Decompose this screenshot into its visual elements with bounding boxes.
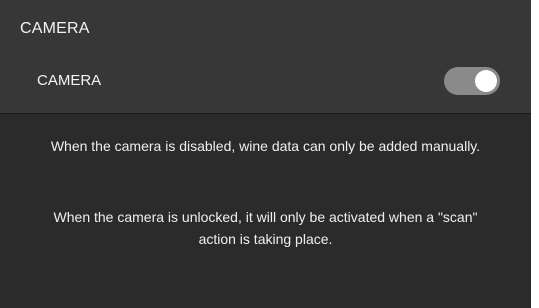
divider: [0, 113, 531, 114]
camera-unlocked-info: When the camera is unlocked, it will onl…: [53, 209, 478, 247]
camera-header: CAMERA CAMERA: [0, 0, 531, 113]
camera-settings-panel: CAMERA CAMERA When the camera is disable…: [0, 0, 531, 308]
camera-disabled-info: When the camera is disabled, wine data c…: [50, 138, 481, 154]
section-title: CAMERA: [20, 20, 90, 37]
toggle-knob: [475, 70, 497, 92]
camera-setting-label: CAMERA: [37, 72, 102, 89]
camera-toggle[interactable]: [444, 67, 500, 95]
right-edge: [531, 0, 539, 308]
